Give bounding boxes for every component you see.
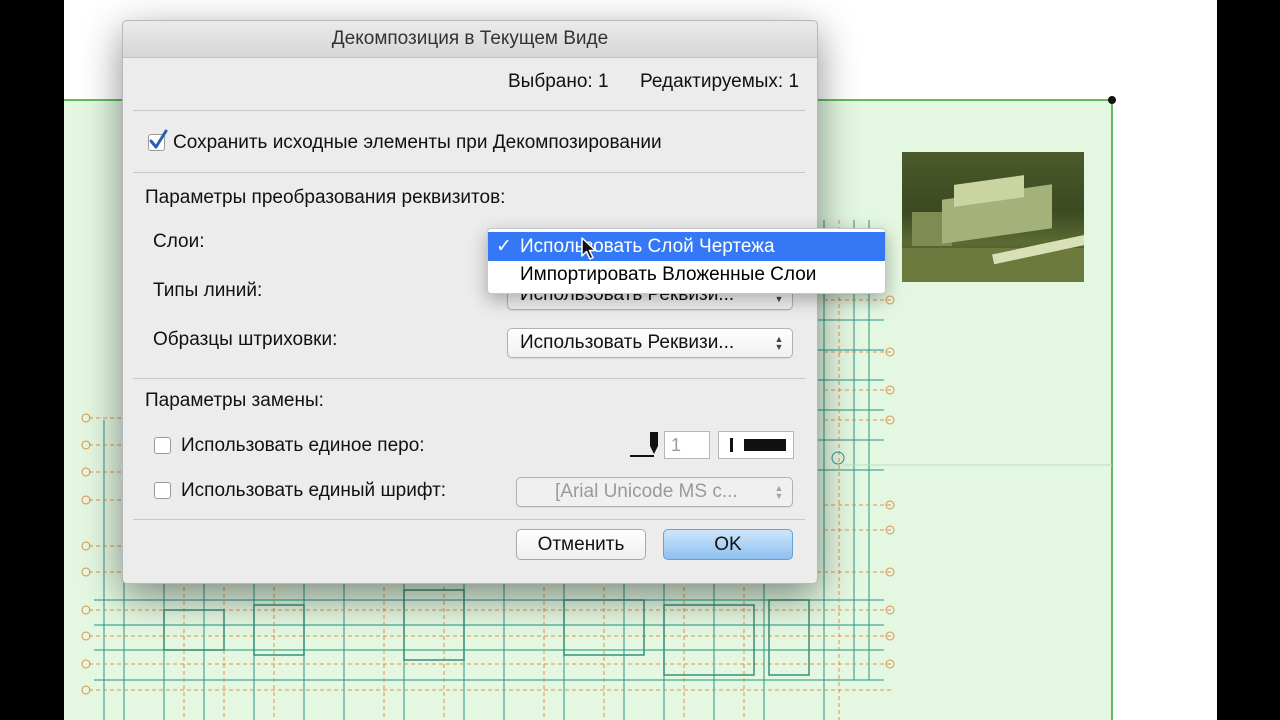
layers-dropdown-menu: ✓ Использовать Слой Чертежа Импортироват… xyxy=(487,228,886,294)
font-value: [Arial Unicode MS c... xyxy=(555,481,738,502)
menu-item-use-drawing-layer[interactable]: ✓ Использовать Слой Чертежа xyxy=(488,232,885,261)
pen-number-field[interactable]: 1 xyxy=(664,431,710,459)
layers-label: Слои: xyxy=(153,231,205,252)
pen-color-swatch[interactable] xyxy=(718,431,794,459)
selected-count: Выбрано: 1 xyxy=(508,71,609,92)
replace-section-title: Параметры замены: xyxy=(145,390,324,411)
ok-button[interactable]: OK xyxy=(663,529,793,560)
keep-originals-label: Сохранить исходные элементы при Декомпоз… xyxy=(173,132,662,153)
single-pen-checkbox[interactable] xyxy=(154,437,171,454)
single-font-checkbox[interactable] xyxy=(154,482,171,499)
building-3d-preview xyxy=(902,152,1084,282)
fill-patterns-popup[interactable]: Использовать Реквизи... ▲ ▼ xyxy=(507,328,793,358)
dialog-title: Декомпозиция в Текущем Виде xyxy=(123,21,817,58)
conversion-section-title: Параметры преобразования реквизитов: xyxy=(145,187,506,208)
font-popup[interactable]: [Arial Unicode MS c... ▲ ▼ xyxy=(516,477,793,507)
menu-item-label: Использовать Слой Чертежа xyxy=(520,236,775,257)
fill-patterns-value: Использовать Реквизи... xyxy=(520,332,735,353)
single-font-label: Использовать единый шрифт: xyxy=(181,480,447,501)
editable-count: Редактируемых: 1 xyxy=(640,71,800,92)
mouse-pointer-icon xyxy=(581,237,597,260)
separator xyxy=(133,110,805,111)
line-types-label: Типы линий: xyxy=(153,280,263,301)
decompose-dialog: Декомпозиция в Текущем Виде Выбрано: 1 Р… xyxy=(122,20,818,584)
cancel-button[interactable]: Отменить xyxy=(516,529,646,560)
menu-item-label: Импортировать Вложенные Слои xyxy=(520,264,817,285)
menu-item-import-nested-layers[interactable]: Импортировать Вложенные Слои xyxy=(488,260,885,289)
pen-number-value: 1 xyxy=(671,435,682,455)
separator xyxy=(133,172,805,173)
keep-originals-checkbox[interactable] xyxy=(148,129,168,151)
selection-handle[interactable] xyxy=(1108,96,1116,104)
popup-stepper-icon: ▲▼ xyxy=(774,334,784,352)
single-pen-label: Использовать единое перо: xyxy=(181,435,425,456)
checkmark-icon xyxy=(149,129,168,149)
separator xyxy=(133,378,805,379)
popup-stepper-icon: ▲▼ xyxy=(774,483,784,501)
pen-icon xyxy=(630,432,658,457)
fill-patterns-label: Образцы штриховки: xyxy=(153,329,338,350)
separator xyxy=(133,519,805,520)
check-icon: ✓ xyxy=(496,236,512,257)
